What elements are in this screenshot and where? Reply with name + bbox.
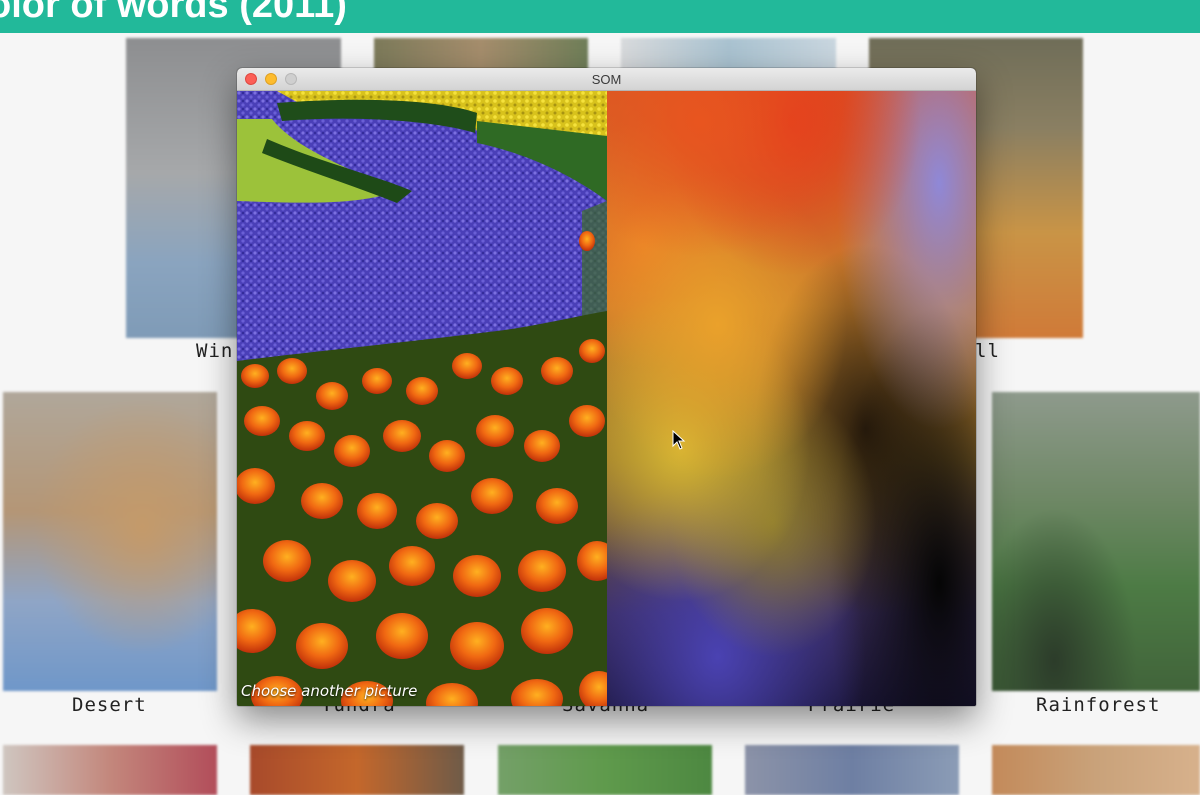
tile-bottom-5: [992, 745, 1200, 795]
som-color-map[interactable]: [607, 91, 976, 706]
window-title: SOM: [591, 72, 622, 87]
slide-title: olor of words (2011): [0, 0, 347, 26]
tile-bottom-2: [250, 745, 464, 795]
tile-label-fall: ll: [975, 340, 1000, 362]
source-photo[interactable]: Choose another picture: [237, 91, 607, 706]
tile-bottom-3: [498, 745, 712, 795]
flower-photo: [237, 91, 607, 706]
tile-label-desert: Desert: [72, 694, 147, 716]
tile-rainforest: [992, 392, 1200, 691]
choose-another-picture-link[interactable]: Choose another picture: [241, 682, 417, 700]
tile-label-rainforest: Rainforest: [1036, 694, 1161, 716]
slide-banner: olor of words (2011): [0, 0, 1200, 33]
arrow-cursor-icon: [672, 430, 686, 450]
window-titlebar[interactable]: SOM: [237, 68, 976, 91]
som-window: SOM Choose another picture: [237, 68, 976, 706]
tile-bottom-4: [745, 745, 959, 795]
tile-label-winter: Win: [196, 340, 234, 362]
tile-desert: [3, 392, 217, 691]
tile-bottom-1: [3, 745, 217, 795]
